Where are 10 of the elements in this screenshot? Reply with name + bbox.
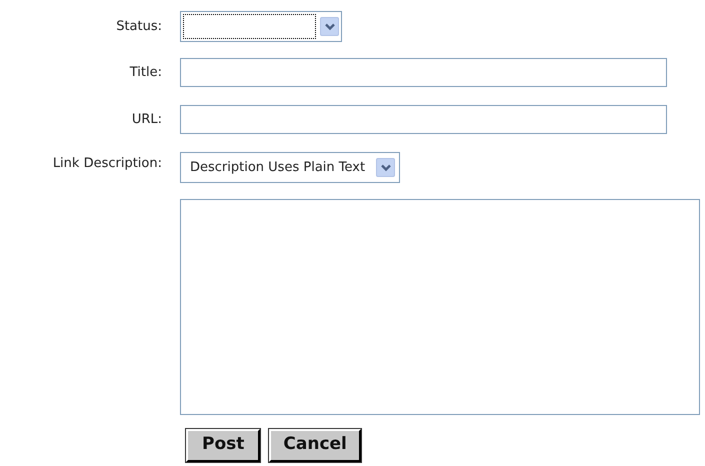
form-button[interactable]: Post [186, 429, 260, 462]
field-label: Status: [116, 19, 162, 34]
field-label: URL: [132, 112, 162, 127]
form-button[interactable]: Cancel [269, 429, 361, 462]
dropdown[interactable] [180, 11, 342, 42]
field-label: Link Description: [52, 156, 162, 171]
dropdown[interactable]: Description Uses Plain Text [180, 152, 400, 183]
input-field[interactable] [180, 58, 667, 87]
input-field[interactable] [180, 105, 667, 134]
field-label: Title: [130, 65, 162, 80]
